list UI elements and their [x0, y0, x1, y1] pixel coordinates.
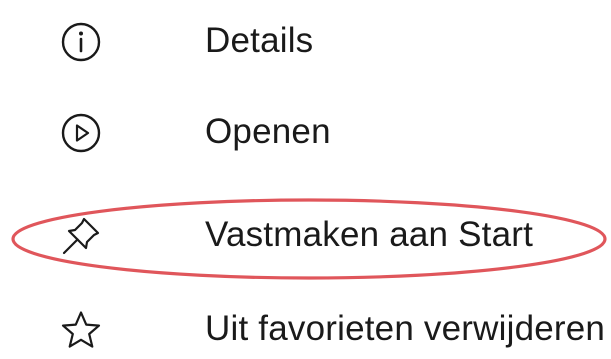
info-icon: [60, 21, 102, 63]
play-icon: [60, 112, 102, 154]
menu-item-details[interactable]: Details: [0, 12, 611, 72]
menu-item-label: Openen: [205, 112, 331, 152]
pin-icon: [60, 215, 102, 257]
star-icon: [60, 309, 102, 351]
menu-item-open[interactable]: Openen: [0, 103, 611, 163]
menu-item-remove-favorite[interactable]: Uit favorieten verwijderen: [0, 300, 611, 359]
menu-item-label: Vastmaken aan Start: [205, 215, 534, 255]
menu-item-label: Uit favorieten verwijderen: [205, 309, 606, 349]
menu-item-label: Details: [205, 21, 314, 61]
menu-item-pin-to-start[interactable]: Vastmaken aan Start: [0, 206, 611, 266]
context-menu: Details Openen Vastmaken aan Start Uit f…: [0, 0, 611, 359]
